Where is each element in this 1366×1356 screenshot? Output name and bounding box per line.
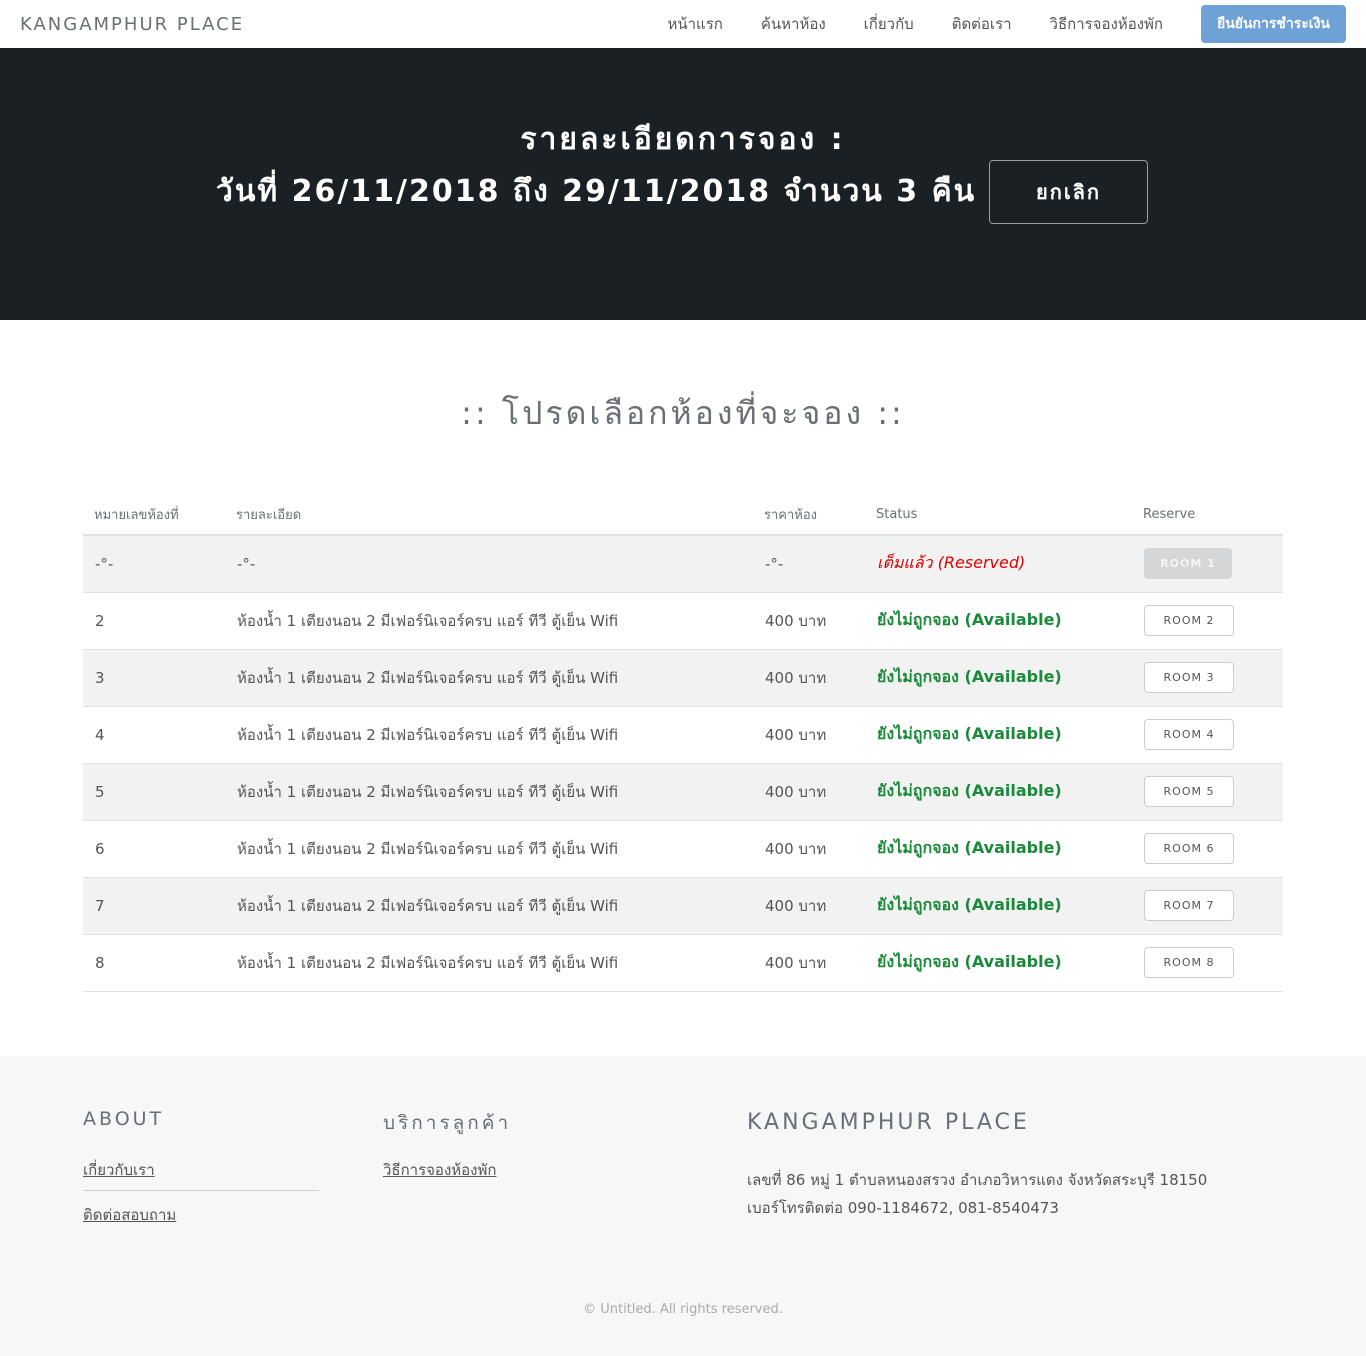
room-price: 400 บาท: [753, 706, 865, 764]
status-available: ยังไม่ถูกจอง (Available): [877, 781, 1062, 800]
footer-address: เลขที่ 86 หมู่ 1 ตำบลหนองสรวง อำเภอวิหาร…: [747, 1171, 1208, 1189]
room-number: 2: [83, 592, 225, 650]
col-reserve: Reserve: [1132, 494, 1283, 536]
room-detail: ห้องน้ำ 1 เตียงนอน 2 มีเฟอร์นิเจอร์ครบ แ…: [225, 877, 753, 935]
status-available: ยังไม่ถูกจอง (Available): [877, 610, 1062, 629]
room-detail: ห้องน้ำ 1 เตียงนอน 2 มีเฟอร์นิเจอร์ครบ แ…: [225, 934, 753, 992]
nav-link-about[interactable]: เกี่ยวกับ: [864, 12, 914, 36]
status-available: ยังไม่ถูกจอง (Available): [877, 667, 1062, 686]
room-number: 5: [83, 763, 225, 821]
footer: ABOUT เกี่ยวกับเรา ติดต่อสอบถาม บริการลู…: [0, 1056, 1366, 1356]
room-number: -°-: [83, 535, 225, 593]
room-detail: -°-: [225, 535, 753, 593]
room-detail: ห้องน้ำ 1 เตียงนอน 2 มีเฟอร์นิเจอร์ครบ แ…: [225, 649, 753, 707]
room-number: 7: [83, 877, 225, 935]
room-number: 4: [83, 706, 225, 764]
room-1-button[interactable]: ROOM 1: [1144, 548, 1232, 580]
status-available: ยังไม่ถูกจอง (Available): [877, 952, 1062, 971]
footer-divider: [83, 1190, 319, 1191]
booking-hero: รายละเอียดการจอง : วันที่ 26/11/2018 ถึง…: [0, 48, 1366, 320]
status-reserved: เต็มแล้ว (Reserved): [877, 553, 1026, 573]
table-row: 2 ห้องน้ำ 1 เตียงนอน 2 มีเฟอร์นิเจอร์ครบ…: [83, 592, 1283, 650]
col-detail: รายละเอียด: [225, 494, 753, 536]
table-row: 4 ห้องน้ำ 1 เตียงนอน 2 มีเฟอร์นิเจอร์ครบ…: [83, 706, 1283, 764]
table-row: 8 ห้องน้ำ 1 เตียงนอน 2 มีเฟอร์นิเจอร์ครบ…: [83, 934, 1283, 992]
footer-about-heading: ABOUT: [83, 1108, 165, 1130]
room-number: 3: [83, 649, 225, 707]
col-room-number: หมายเลขห้องที่: [83, 494, 225, 536]
nav-link-booking-guide[interactable]: วิธีการจองห้องพัก: [1050, 12, 1163, 36]
cancel-button[interactable]: ยกเลิก: [989, 160, 1148, 224]
room-7-button[interactable]: ROOM 7: [1144, 890, 1234, 921]
footer-link-booking-guide[interactable]: วิธีการจองห้องพัก: [383, 1158, 496, 1182]
nav-link-home[interactable]: หน้าแรก: [667, 12, 722, 36]
room-2-button[interactable]: ROOM 2: [1144, 605, 1234, 636]
room-number: 8: [83, 934, 225, 992]
table-row: 5 ห้องน้ำ 1 เตียงนอน 2 มีเฟอร์นิเจอร์ครบ…: [83, 763, 1283, 821]
footer-link-contact[interactable]: ติดต่อสอบถาม: [83, 1203, 176, 1227]
room-detail: ห้องน้ำ 1 เตียงนอน 2 มีเฟอร์นิเจอร์ครบ แ…: [225, 592, 753, 650]
footer-service-heading: บริการลูกค้า: [383, 1112, 512, 1134]
status-available: ยังไม่ถูกจอง (Available): [877, 838, 1062, 857]
table-row: -°- -°- -°- เต็มแล้ว (Reserved) ROOM 1: [83, 535, 1283, 593]
status-available: ยังไม่ถูกจอง (Available): [877, 895, 1062, 914]
hero-title: รายละเอียดการจอง :: [520, 122, 846, 157]
nav-link-search-room[interactable]: ค้นหาห้อง: [761, 12, 826, 36]
room-price: 400 บาท: [753, 592, 865, 650]
table-row: 7 ห้องน้ำ 1 เตียงนอน 2 มีเฟอร์นิเจอร์ครบ…: [83, 877, 1283, 935]
col-status: Status: [865, 494, 1132, 536]
nav-link-contact[interactable]: ติดต่อเรา: [952, 12, 1012, 36]
room-price: 400 บาท: [753, 820, 865, 878]
room-5-button[interactable]: ROOM 5: [1144, 776, 1234, 807]
room-price: 400 บาท: [753, 649, 865, 707]
room-6-button[interactable]: ROOM 6: [1144, 833, 1234, 864]
room-detail: ห้องน้ำ 1 เตียงนอน 2 มีเฟอร์นิเจอร์ครบ แ…: [225, 763, 753, 821]
hero-date-range: วันที่ 26/11/2018 ถึง 29/11/2018 จำนวน 3…: [216, 174, 977, 209]
room-price: 400 บาท: [753, 763, 865, 821]
room-price: 400 บาท: [753, 877, 865, 935]
table-row: 6 ห้องน้ำ 1 เตียงนอน 2 มีเฟอร์นิเจอร์ครบ…: [83, 820, 1283, 878]
footer-place-heading: KANGAMPHUR PLACE: [747, 1110, 1030, 1135]
room-price: 400 บาท: [753, 934, 865, 992]
col-price: ราคาห้อง: [753, 494, 865, 536]
confirm-payment-button[interactable]: ยืนยันการชำระเงิน: [1201, 5, 1346, 43]
room-8-button[interactable]: ROOM 8: [1144, 947, 1234, 978]
room-detail: ห้องน้ำ 1 เตียงนอน 2 มีเฟอร์นิเจอร์ครบ แ…: [225, 820, 753, 878]
footer-copyright: © Untitled. All rights reserved.: [583, 1302, 783, 1317]
status-available: ยังไม่ถูกจอง (Available): [877, 724, 1062, 743]
brand-logo[interactable]: KANGAMPHUR PLACE: [20, 14, 244, 35]
top-navbar: KANGAMPHUR PLACE หน้าแรก ค้นหาห้อง เกี่ย…: [0, 0, 1366, 48]
room-number: 6: [83, 820, 225, 878]
section-title: :: โปรดเลือกห้องที่จะจอง ::: [461, 394, 905, 432]
table-header-row: หมายเลขห้องที่ รายละเอียด ราคาห้อง Statu…: [83, 494, 1283, 536]
footer-link-about-us[interactable]: เกี่ยวกับเรา: [83, 1158, 155, 1182]
room-3-button[interactable]: ROOM 3: [1144, 662, 1234, 693]
footer-phone: เบอร์โทรติดต่อ 090-1184672, 081-8540473: [747, 1199, 1059, 1217]
table-row: 3 ห้องน้ำ 1 เตียงนอน 2 มีเฟอร์นิเจอร์ครบ…: [83, 649, 1283, 707]
nav-links: หน้าแรก ค้นหาห้อง เกี่ยวกับ ติดต่อเรา วิ…: [667, 0, 1346, 48]
rooms-table: หมายเลขห้องที่ รายละเอียด ราคาห้อง Statu…: [83, 494, 1283, 992]
room-detail: ห้องน้ำ 1 เตียงนอน 2 มีเฟอร์นิเจอร์ครบ แ…: [225, 706, 753, 764]
room-price: -°-: [753, 535, 865, 593]
room-4-button[interactable]: ROOM 4: [1144, 719, 1234, 750]
